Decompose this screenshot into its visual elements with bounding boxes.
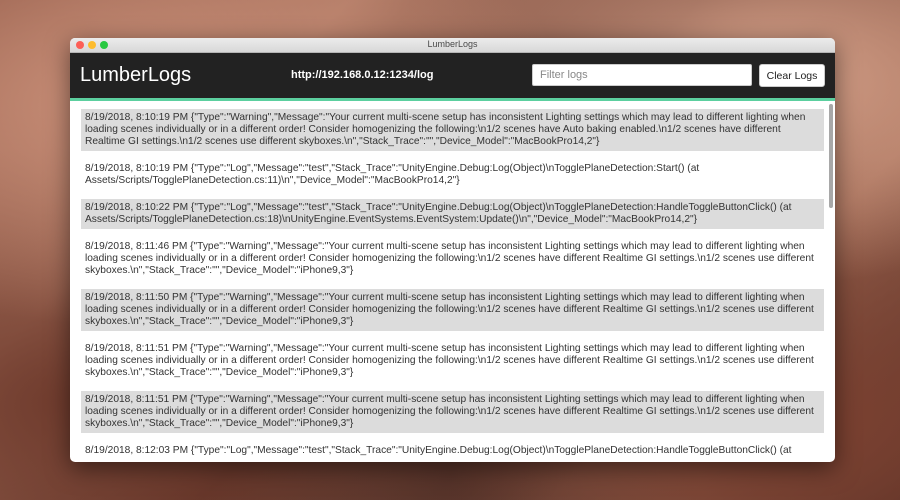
log-entry: 8/19/2018, 8:11:46 PM {"Type":"Warning",… (85, 241, 814, 276)
clear-logs-button[interactable]: Clear Logs (759, 64, 825, 87)
app-header: LumberLogs http://192.168.0.12:1234/log … (70, 53, 835, 101)
log-list: 8/19/2018, 8:10:19 PM {"Type":"Warning",… (70, 101, 835, 460)
log-entry: 8/19/2018, 8:11:51 PM {"Type":"Warning",… (81, 391, 824, 433)
log-entry: 8/19/2018, 8:11:50 PM {"Type":"Warning",… (81, 289, 824, 331)
title-bar[interactable]: LumberLogs (70, 38, 835, 53)
app-brand: LumberLogs (80, 64, 192, 86)
log-entry: 8/19/2018, 8:10:22 PM {"Type":"Log","Mes… (81, 199, 824, 229)
server-url: http://192.168.0.12:1234/log (291, 69, 434, 81)
app-window: LumberLogs LumberLogs http://192.168.0.1… (70, 38, 835, 462)
log-entry: 8/19/2018, 8:11:51 PM {"Type":"Warning",… (85, 343, 814, 378)
log-entry: 8/19/2018, 8:12:03 PM {"Type":"Log","Mes… (85, 445, 792, 456)
filter-logs-input[interactable] (532, 64, 752, 86)
log-scrollbar[interactable] (829, 104, 833, 208)
log-entry: 8/19/2018, 8:10:19 PM {"Type":"Log","Mes… (85, 163, 700, 186)
log-entry: 8/19/2018, 8:10:19 PM {"Type":"Warning",… (81, 109, 824, 151)
log-list-container[interactable]: 8/19/2018, 8:10:19 PM {"Type":"Warning",… (70, 101, 835, 462)
window-title: LumberLogs (427, 39, 478, 49)
